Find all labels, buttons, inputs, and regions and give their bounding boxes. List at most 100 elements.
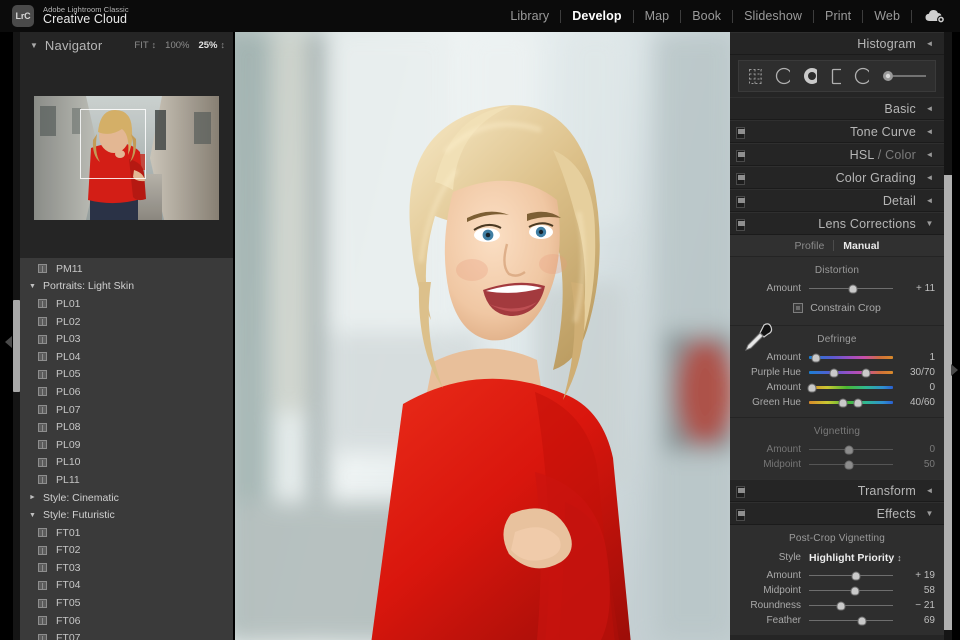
preset-item-pl09[interactable]: PL09 — [20, 436, 233, 454]
panel-header-color-grading[interactable]: Color Grading ◄ — [730, 166, 944, 189]
panel-header-effects[interactable]: Effects ▼ — [730, 502, 944, 525]
navigator-preview[interactable] — [20, 58, 233, 258]
slider-track[interactable] — [809, 445, 893, 454]
panel-header-hsl[interactable]: HSL / Color ◄ — [730, 143, 944, 166]
slider-value[interactable]: 0 — [901, 382, 935, 393]
slider-post-crop-roundness[interactable]: Roundness − 21 — [730, 598, 944, 613]
linear-gradient-icon[interactable] — [830, 67, 842, 85]
detail-toggle-switch[interactable] — [736, 196, 745, 208]
disclosure-triangle-down-icon[interactable]: ▼ — [29, 283, 36, 290]
chevron-left-icon[interactable]: ◄ — [925, 173, 934, 182]
navigator-zoom-current[interactable]: 25% — [198, 40, 217, 51]
slider-track[interactable] — [807, 383, 893, 392]
preset-item-ft04[interactable]: FT04 — [20, 577, 233, 595]
navigator-zoom-100[interactable]: 100% — [165, 40, 189, 51]
slider-knob[interactable] — [807, 383, 817, 392]
effects-toggle-switch[interactable] — [736, 509, 745, 521]
preset-item-pm11[interactable]: PM11 — [20, 260, 233, 278]
preset-group-style-futuristic[interactable]: ▼ Style: Futuristic — [20, 506, 233, 524]
tab-manual[interactable]: Manual — [843, 240, 879, 252]
slider-value[interactable]: 69 — [901, 615, 935, 626]
module-book[interactable]: Book — [681, 9, 732, 23]
slider-value[interactable]: 50 — [901, 459, 935, 470]
adjustment-brush-icon[interactable] — [882, 69, 926, 83]
style-value-dropdown[interactable]: Highlight Priority ↕ — [809, 552, 902, 564]
panel-header-basic[interactable]: Basic ◄ — [730, 97, 944, 120]
slider-knob[interactable] — [844, 445, 854, 454]
red-eye-icon[interactable] — [803, 67, 817, 85]
preset-item-pl11[interactable]: PL11 — [20, 471, 233, 489]
navigator-header[interactable]: ▼ Navigator FIT ↕ 100% 25% ↕ — [20, 32, 233, 58]
slider-value[interactable]: 58 — [901, 585, 935, 596]
post-crop-style-row[interactable]: Style Highlight Priority ↕ — [730, 549, 944, 566]
slider-track[interactable] — [809, 284, 893, 293]
panel-header-lens-corrections[interactable]: Lens Corrections ▼ — [730, 212, 944, 235]
preset-group-style-cinematic[interactable]: ► Style: Cinematic — [20, 489, 233, 507]
slider-track[interactable] — [809, 601, 893, 610]
slider-knob[interactable] — [844, 460, 854, 469]
panel-header-transform[interactable]: Transform ◄ — [730, 479, 944, 502]
slider-post-crop-amount[interactable]: Amount + 19 — [730, 568, 944, 583]
preset-item-pl10[interactable]: PL10 — [20, 454, 233, 472]
chevron-left-icon[interactable]: ◄ — [925, 486, 934, 495]
module-print[interactable]: Print — [814, 9, 862, 23]
preset-item-pl05[interactable]: PL05 — [20, 366, 233, 384]
slider-defringe-green-hue[interactable]: Green Hue 40/60 — [730, 395, 944, 410]
slider-knob-secondary[interactable] — [861, 368, 871, 377]
panel-header-tone-curve[interactable]: Tone Curve ◄ — [730, 120, 944, 143]
constrain-crop-checkbox[interactable] — [793, 303, 804, 313]
chevron-left-icon[interactable]: ◄ — [925, 196, 934, 205]
slider-value[interactable]: 0 — [901, 444, 935, 455]
panel-header-detail[interactable]: Detail ◄ — [730, 189, 944, 212]
slider-value[interactable]: + 11 — [901, 283, 935, 294]
right-panel-collapse-arrow-icon[interactable] — [951, 364, 958, 376]
preset-item-ft01[interactable]: FT01 — [20, 524, 233, 542]
develop-tool-strip[interactable] — [738, 60, 936, 92]
slider-vignetting-amount[interactable]: Amount 0 — [730, 442, 944, 457]
chevron-left-icon[interactable]: ◄ — [925, 39, 934, 48]
chevron-left-icon[interactable]: ◄ — [925, 127, 934, 136]
slider-defringe-purple-hue[interactable]: Purple Hue 30/70 — [730, 365, 944, 380]
slider-track[interactable] — [809, 586, 893, 595]
slider-track[interactable] — [809, 460, 893, 469]
tone-curve-toggle-switch[interactable] — [736, 127, 745, 139]
eyedropper-icon[interactable] — [740, 320, 774, 354]
transform-toggle-switch[interactable] — [736, 486, 745, 498]
preset-item-ft05[interactable]: FT05 — [20, 594, 233, 612]
lens-corrections-toggle-switch[interactable] — [736, 219, 745, 231]
preset-item-pl06[interactable]: PL06 — [20, 383, 233, 401]
constrain-crop-row[interactable]: Constrain Crop — [730, 296, 944, 318]
preset-item-ft02[interactable]: FT02 — [20, 542, 233, 560]
preset-item-ft06[interactable]: FT06 — [20, 612, 233, 630]
module-slideshow[interactable]: Slideshow — [733, 9, 813, 23]
slider-track[interactable] — [809, 353, 893, 362]
preset-item-ft03[interactable]: FT03 — [20, 559, 233, 577]
chevron-down-icon[interactable]: ▼ — [925, 219, 934, 228]
lens-corrections-tabs[interactable]: Profile Manual — [730, 235, 944, 257]
navigator-thumbnail[interactable] — [34, 96, 219, 220]
preset-item-pl07[interactable]: PL07 — [20, 401, 233, 419]
slider-value[interactable]: 1 — [901, 352, 935, 363]
left-scrollbar-thumb[interactable] — [13, 300, 20, 392]
slider-vignetting-midpoint[interactable]: Midpoint 50 — [730, 457, 944, 472]
presets-list[interactable]: PM11 ▼ Portraits: Light Skin PL01 PL02 PL03 PL… — [20, 258, 233, 640]
module-map[interactable]: Map — [634, 9, 681, 23]
navigator-crop-rectangle[interactable] — [80, 109, 146, 179]
slider-knob[interactable] — [851, 571, 861, 580]
preset-item-pl01[interactable]: PL01 — [20, 295, 233, 313]
style-stepper-icon[interactable]: ↕ — [897, 553, 902, 563]
navigator-fit-label[interactable]: FIT — [134, 40, 148, 51]
disclosure-triangle-down-icon[interactable]: ▼ — [29, 512, 36, 519]
left-panel-collapse-arrow-icon[interactable] — [5, 336, 12, 348]
disclosure-triangle-right-icon[interactable]: ► — [29, 494, 36, 501]
tab-profile[interactable]: Profile — [795, 240, 825, 252]
preset-item-ft07[interactable]: FT07 — [20, 629, 233, 640]
slider-knob[interactable] — [836, 601, 846, 610]
preset-item-pl03[interactable]: PL03 — [20, 330, 233, 348]
slider-distortion-amount[interactable]: Amount + 11 — [730, 281, 944, 296]
chevron-left-icon[interactable]: ◄ — [925, 104, 934, 113]
navigator-fit-stepper-icon[interactable]: ↕ — [152, 40, 157, 50]
preset-item-pl08[interactable]: PL08 — [20, 418, 233, 436]
spot-removal-icon[interactable] — [775, 67, 790, 85]
right-scrollbar-thumb[interactable] — [944, 175, 952, 630]
